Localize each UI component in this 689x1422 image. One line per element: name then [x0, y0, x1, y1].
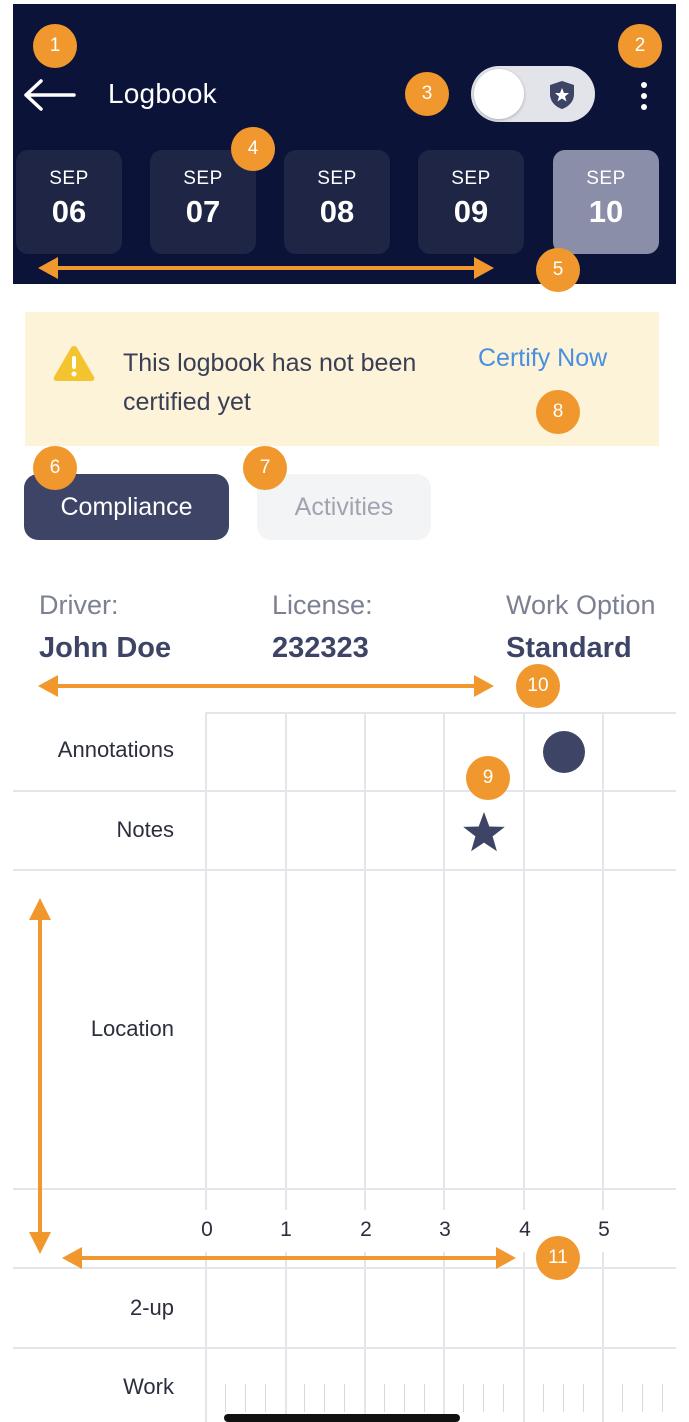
callout-badge: 10: [516, 664, 560, 708]
callout-badge: 4: [231, 127, 275, 171]
callout-badge: 2: [618, 24, 662, 68]
annotation-arrows: [29, 257, 516, 1269]
callout-badge: 11: [536, 1236, 580, 1280]
callout-badge: 8: [536, 390, 580, 434]
callout-badge: 9: [466, 756, 510, 800]
callout-badge: 5: [536, 248, 580, 292]
callout-badge: 1: [33, 24, 77, 68]
callout-badge: 7: [243, 446, 287, 490]
callout-badge: 3: [405, 72, 449, 116]
callout-badge: 6: [33, 446, 77, 490]
